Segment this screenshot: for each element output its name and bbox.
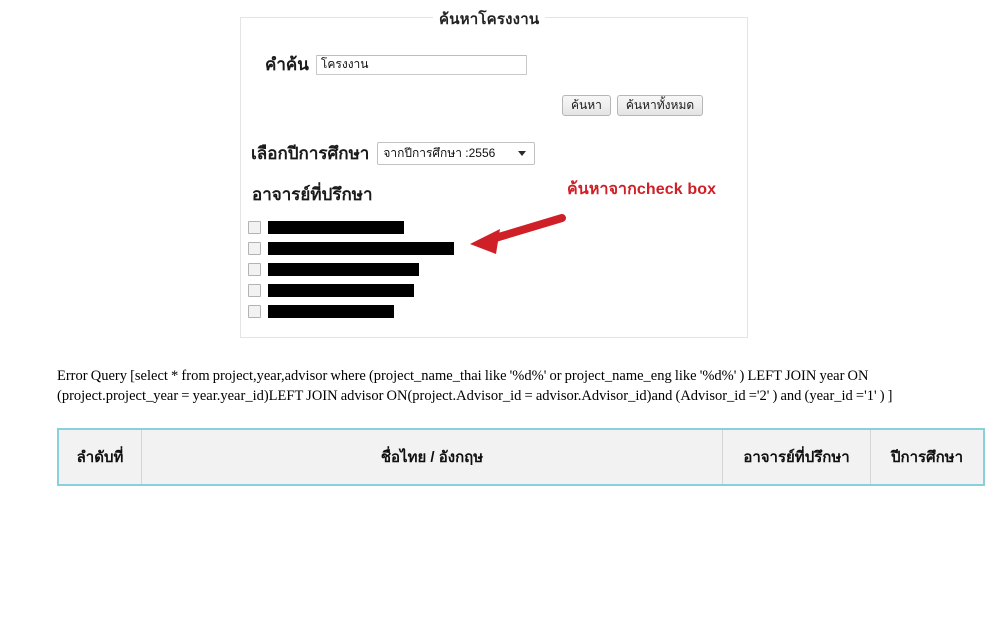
annotation-label: ค้นหาจากcheck box [567,181,717,198]
search-all-button[interactable]: ค้นหาทั้งหมด [616,95,704,116]
advisor-list-item[interactable] [248,302,718,321]
advisor-name-redacted [268,305,394,318]
keyword-label: คำค้น [265,55,309,74]
search-input[interactable] [315,54,527,75]
keyword-row: คำค้น [265,51,527,78]
search-panel-title: ค้นหาโครงงาน [433,7,546,31]
advisor-list-item[interactable] [248,239,718,258]
column-header-name: ชื่อไทย / อังกฤษ [141,429,723,485]
search-buttons-row: ค้นหา ค้นหาทั้งหมด [562,95,704,116]
advisor-list-item[interactable] [248,218,718,237]
advisor-name-redacted [268,284,414,297]
advisor-list-item[interactable] [248,260,718,279]
advisor-checkbox-list [248,218,718,323]
advisor-name-redacted [268,263,419,276]
column-header-year: ปีการศึกษา [870,429,984,485]
advisor-checkbox[interactable] [248,263,261,276]
column-header-advisor: อาจารย์ที่ปรึกษา [722,429,871,485]
academic-year-select[interactable]: จากปีการศึกษา :2556 [377,142,536,165]
advisor-checkbox[interactable] [248,284,261,297]
advisor-label: อาจารย์ที่ปรึกษา [252,185,373,204]
table-header-row: ลำดับที่ ชื่อไทย / อังกฤษ อาจารย์ที่ปรึก… [58,429,984,485]
search-button[interactable]: ค้นหา [562,95,611,116]
error-query-text: Error Query [select * from project,year,… [57,368,893,404]
advisor-checkbox[interactable] [248,305,261,318]
advisor-list-item[interactable] [248,281,718,300]
results-table: ลำดับที่ ชื่อไทย / อังกฤษ อาจารย์ที่ปรึก… [57,428,985,486]
academic-year-select-wrapper: จากปีการศึกษา :2556 [377,142,536,165]
academic-year-row: เลือกปีการศึกษา จากปีการศึกษา :2556 [251,140,536,167]
advisor-name-redacted [268,221,404,234]
advisor-name-redacted [268,242,454,255]
academic-year-label: เลือกปีการศึกษา [251,144,370,163]
advisor-checkbox[interactable] [248,221,261,234]
advisor-checkbox[interactable] [248,242,261,255]
column-header-index: ลำดับที่ [58,429,142,485]
